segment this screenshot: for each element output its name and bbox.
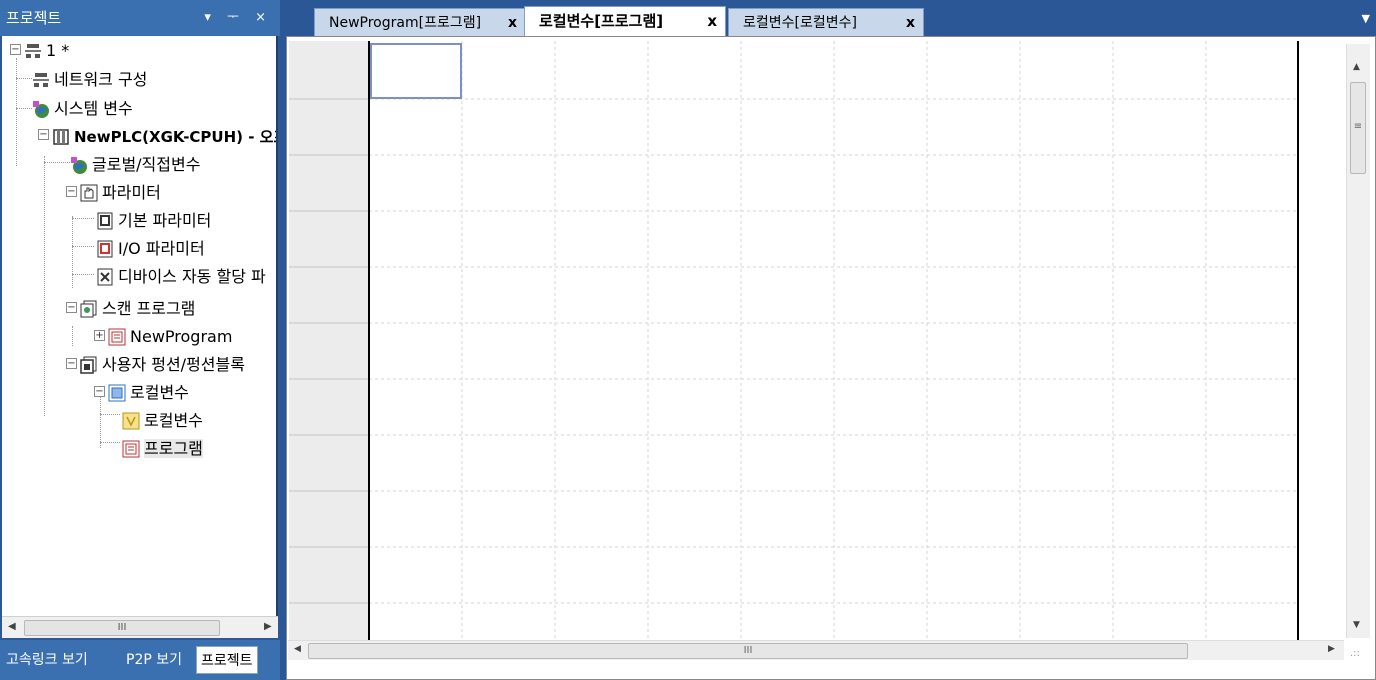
- io-param-icon: [96, 240, 114, 258]
- globe-icon: [32, 100, 50, 118]
- editor-vertical-scrollbar[interactable]: ▲ ≡ ▼: [1346, 44, 1370, 638]
- project-tree: − 1 * 네트워크 구성 시스템 변수 − NewPLC(XGK-CPUH) …: [2, 36, 278, 616]
- tab-project[interactable]: 프로젝트: [196, 646, 258, 674]
- expander-scan-program[interactable]: −: [66, 302, 77, 313]
- scroll-up-icon[interactable]: ▲: [1353, 62, 1360, 72]
- tree-item-device-params[interactable]: 디바이스 자동 할당 파: [96, 264, 266, 288]
- scroll-thumb[interactable]: III: [308, 643, 1188, 659]
- expander-user-fb[interactable]: −: [66, 358, 77, 369]
- tab-local-vars-program[interactable]: 로컬변수[프로그램] x: [524, 6, 726, 36]
- tab-high-speed-link[interactable]: 고속링크 보기: [2, 646, 92, 674]
- plc-cpu-icon: [52, 128, 70, 146]
- scan-program-icon: [80, 300, 98, 318]
- tree-item-global-vars[interactable]: 글로벌/직접변수: [70, 152, 200, 176]
- tab-dropdown-icon[interactable]: ▼: [1362, 12, 1370, 25]
- tree-item-basic-params[interactable]: 기본 파라미터: [96, 208, 211, 232]
- tree-item-local-vars-child[interactable]: 로컬변수: [122, 408, 203, 432]
- tree-horizontal-scrollbar[interactable]: ◀ III ▶: [2, 616, 278, 638]
- project-panel-title: 프로젝트: [6, 9, 62, 27]
- scroll-down-icon[interactable]: ▼: [1353, 620, 1360, 630]
- scroll-left-icon[interactable]: ◀: [8, 621, 16, 632]
- tree-item-params[interactable]: 파라미터: [80, 180, 161, 204]
- editor-tabbar: NewProgram[프로그램] x 로컬변수[프로그램] x 로컬변수[로컬변…: [280, 0, 1376, 36]
- param-doc-icon: [96, 212, 114, 230]
- expander-local-vars[interactable]: −: [94, 386, 105, 397]
- network-icon: [32, 71, 50, 89]
- expander-params[interactable]: −: [66, 186, 77, 197]
- resize-grip-icon[interactable]: .::: [1350, 648, 1360, 659]
- scroll-left-icon[interactable]: ◀: [294, 644, 301, 654]
- tree-item-system-vars[interactable]: 시스템 변수: [32, 96, 133, 120]
- panel-bottom-tabs: 고속링크 보기 P2P 보기 프로젝트: [0, 640, 280, 680]
- param-doc-icon: [96, 268, 114, 286]
- program-icon: [122, 440, 140, 458]
- scroll-thumb[interactable]: ≡: [1350, 82, 1366, 174]
- tree-item-local-vars[interactable]: 로컬변수: [108, 380, 189, 404]
- project-panel: 프로젝트 ▾ ᅮ × − 1 * 네트워크 구성 시스템 변수 − NewPLC…: [0, 0, 280, 680]
- close-icon[interactable]: x: [906, 9, 915, 37]
- ladder-grid: [289, 41, 1299, 643]
- tree-item-io-params[interactable]: I/O 파라미터: [96, 236, 205, 260]
- scroll-right-icon[interactable]: ▶: [264, 621, 272, 632]
- tab-p2p[interactable]: P2P 보기: [122, 646, 186, 674]
- close-icon[interactable]: x: [508, 9, 517, 37]
- expander-new-program[interactable]: +: [94, 330, 105, 341]
- local-vars-icon: [108, 384, 126, 402]
- network-icon: [24, 42, 42, 60]
- edit-cursor: [370, 43, 462, 99]
- variable-icon: [122, 412, 140, 430]
- tree-item-root[interactable]: 1 *: [24, 38, 69, 62]
- panel-header-buttons[interactable]: ▾ ᅮ ×: [204, 0, 272, 36]
- tab-new-program[interactable]: NewProgram[프로그램] x: [314, 8, 526, 36]
- expander-root[interactable]: −: [10, 44, 21, 55]
- program-icon: [108, 328, 126, 346]
- project-panel-header: 프로젝트 ▾ ᅮ ×: [0, 0, 280, 36]
- expander-plc[interactable]: −: [38, 129, 49, 140]
- editor-horizontal-scrollbar[interactable]: ◀ III ▶: [288, 640, 1344, 660]
- tab-local-vars-local[interactable]: 로컬변수[로컬변수] x: [728, 8, 924, 36]
- tree-item-network[interactable]: 네트워크 구성: [32, 67, 147, 91]
- scroll-thumb[interactable]: III: [24, 620, 220, 636]
- tree-item-user-fb[interactable]: 사용자 펑션/펑션블록: [80, 352, 245, 376]
- tree-item-new-program[interactable]: NewProgram: [108, 324, 232, 348]
- close-icon[interactable]: x: [707, 7, 717, 35]
- hand-icon: [80, 184, 98, 202]
- tree-item-scan-program[interactable]: 스캔 프로그램: [80, 296, 195, 320]
- tree-item-program[interactable]: 프로그램: [122, 436, 203, 460]
- scroll-right-icon[interactable]: ▶: [1328, 644, 1335, 654]
- ladder-editor[interactable]: [286, 36, 1376, 680]
- function-block-icon: [80, 356, 98, 374]
- tree-item-plc[interactable]: NewPLC(XGK-CPUH) - 오프라: [52, 124, 276, 148]
- globe-icon: [70, 156, 88, 174]
